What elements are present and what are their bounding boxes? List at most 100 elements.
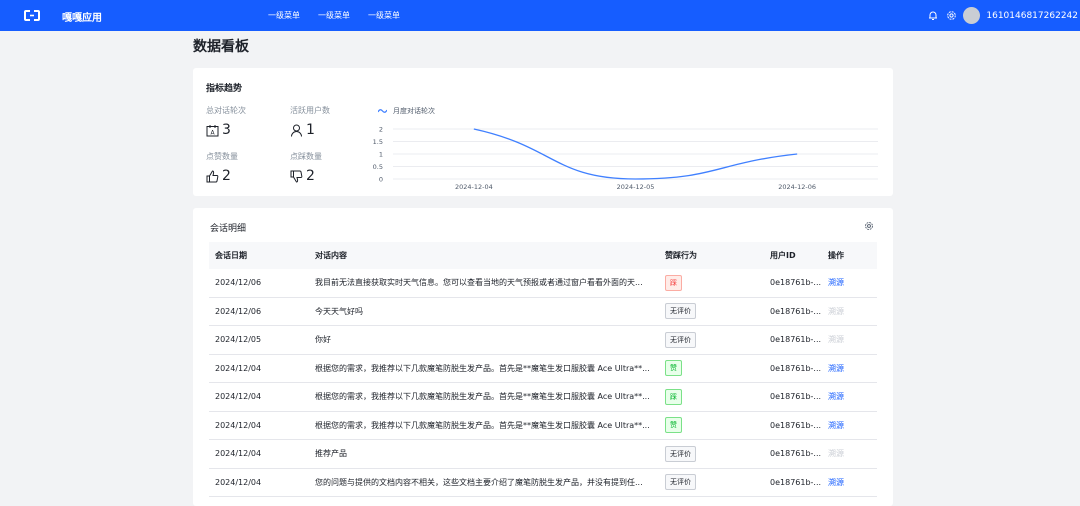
table-row[interactable]: 2024/12/06 我目前无法直接获取实时天气信息。您可以查看当地的天气预报或者…: [209, 269, 877, 298]
x-tick-label: 2024-12-06: [778, 183, 816, 191]
user-area: 1610146817262242: [927, 7, 1078, 24]
cell-content: 推荐产品: [315, 449, 347, 459]
cell-content: 您的问题与提供的文档内容不相关，这些文档主要介绍了魔笔防脱生发产品，并没有提到任…: [315, 477, 643, 487]
feedback-tag: 无评价: [665, 331, 696, 348]
table-row[interactable]: 2024/12/05 你好 无评价 0e18761b-... 溯源: [209, 326, 877, 355]
cell-date: 2024/12/04: [215, 420, 262, 430]
legend-label: 月度对话轮次: [393, 107, 435, 115]
table-row[interactable]: 2024/12/04 根据您的需求，我推荐以下几款魔笔防脱生发产品。首先是**魔笔…: [209, 355, 877, 383]
table-settings-gear-icon[interactable]: [864, 221, 874, 231]
cell-user-id: 0e18761b-...: [770, 420, 822, 430]
table-row[interactable]: 2024/12/04 根据您的需求，我推荐以下几款魔笔防脱生发产品。首先是**魔笔…: [209, 383, 877, 412]
metric-label: 活跃用户数: [290, 106, 330, 115]
legend-line-icon: [378, 109, 387, 113]
metric-value: 1: [306, 122, 315, 138]
detail-card: 会话明细 会话日期 对话内容 赞踩行为 用户ID 操作 2024/12/06 我目…: [193, 208, 893, 506]
cell-date: 2024/12/06: [215, 306, 262, 316]
session-table: 会话日期 对话内容 赞踩行为 用户ID 操作 2024/12/06 我目前无法直接…: [209, 242, 877, 497]
user-id[interactable]: 1610146817262242: [986, 11, 1078, 21]
metric-value: 2: [306, 168, 315, 184]
cell-user-id: 0e18761b-...: [770, 477, 822, 487]
table-row[interactable]: 2024/12/04 您的问题与提供的文档内容不相关，这些文档主要介绍了魔笔防脱生…: [209, 469, 877, 497]
menu-item-2[interactable]: 一级菜单: [318, 10, 350, 21]
feedback-tag: 踩: [665, 388, 682, 405]
metric-label: 总对话轮次: [206, 106, 246, 115]
cell-user-id: 0e18761b-...: [770, 449, 822, 459]
menu-item-1[interactable]: 一级菜单: [268, 10, 300, 21]
trace-link[interactable]: 溯源: [828, 449, 844, 458]
trace-link[interactable]: 溯源: [828, 278, 844, 287]
cell-content: 我目前无法直接获取实时天气信息。您可以查看当地的天气预报或者通过窗户看看外面的天…: [315, 278, 643, 288]
cell-user-id: 0e18761b-...: [770, 278, 822, 288]
feedback-tag: 无评价: [665, 445, 696, 462]
cell-user-id: 0e18761b-...: [770, 335, 822, 345]
y-tick-label: 0: [379, 176, 383, 184]
metric-likes: 点赞数量 2: [206, 151, 286, 184]
metrics-card-title: 指标趋势: [206, 84, 243, 94]
metric-total-turns: 总对话轮次 A 3: [206, 105, 286, 138]
gear-icon[interactable]: [945, 10, 957, 22]
chart-legend[interactable]: 月度对话轮次: [378, 106, 435, 116]
cell-date: 2024/12/05: [215, 335, 262, 345]
cell-content: 根据您的需求，我推荐以下几款魔笔防脱生发产品。首先是**魔笔生发口服胶囊 Ace…: [315, 392, 650, 402]
top-menu: 一级菜单 一级菜单 一级菜单: [268, 10, 400, 21]
trace-link[interactable]: 溯源: [828, 392, 844, 401]
cell-date: 2024/12/04: [215, 363, 262, 373]
menu-item-3[interactable]: 一级菜单: [368, 10, 400, 21]
line-chart: 0 0.5 1 1.5 2 2024-12-04 2024-12-05 2024-12-06: [373, 126, 878, 191]
table-row[interactable]: 2024/12/04 推荐产品 无评价 0e18761b-... 溯源: [209, 440, 877, 469]
x-tick-label: 2024-12-05: [617, 183, 655, 191]
avatar[interactable]: [963, 7, 981, 24]
y-tick-label: 0.5: [373, 163, 383, 171]
trace-link[interactable]: 溯源: [828, 335, 844, 344]
table-header: 会话日期 对话内容 赞踩行为 用户ID 操作: [209, 242, 877, 269]
cell-user-id: 0e18761b-...: [770, 306, 822, 316]
bell-icon[interactable]: [927, 10, 939, 22]
feedback-tag: 无评价: [665, 474, 696, 491]
app-title[interactable]: 嘎嘎应用: [62, 9, 102, 24]
y-tick-label: 1: [379, 151, 383, 159]
table-body: 2024/12/06 我目前无法直接获取实时天气信息。您可以查看当地的天气预报或者…: [209, 269, 877, 497]
svg-text:A: A: [210, 129, 215, 136]
calendar-icon: A: [206, 124, 219, 136]
feedback-tag: 赞: [665, 360, 682, 377]
table-row[interactable]: 2024/12/04 根据您的需求，我推荐以下几款魔笔防脱生发产品。首先是**魔笔…: [209, 412, 877, 440]
cell-content: 根据您的需求，我推荐以下几款魔笔防脱生发产品。首先是**魔笔生发口服胶囊 Ace…: [315, 363, 650, 373]
thumb-down-icon: [290, 170, 303, 183]
trace-link[interactable]: 溯源: [828, 478, 844, 487]
column-header-date[interactable]: 会话日期: [209, 250, 315, 261]
cell-user-id: 0e18761b-...: [770, 363, 822, 373]
feedback-tag: 无评价: [665, 303, 696, 320]
detail-card-title: 会话明细: [210, 224, 247, 234]
cell-date: 2024/12/06: [215, 278, 262, 288]
metric-value: 3: [222, 122, 231, 138]
metric-value: 2: [222, 168, 231, 184]
cell-content: 你好: [315, 335, 331, 345]
app-logo-icon[interactable]: [24, 10, 40, 21]
cell-date: 2024/12/04: [215, 449, 262, 459]
column-header-feedback[interactable]: 赞踩行为: [665, 250, 770, 261]
cell-content: 根据您的需求，我推荐以下几款魔笔防脱生发产品。首先是**魔笔生发口服胶囊 Ace…: [315, 420, 650, 430]
column-header-content[interactable]: 对话内容: [315, 250, 665, 261]
table-row[interactable]: 2024/12/06 今天天气好吗 无评价 0e18761b-... 溯源: [209, 298, 877, 326]
trace-link[interactable]: 溯源: [828, 364, 844, 373]
feedback-tag: 踩: [665, 274, 682, 291]
cell-date: 2024/12/04: [215, 392, 262, 402]
top-navbar: 嘎嘎应用 一级菜单 一级菜单 一级菜单 1610146817262242: [0, 0, 1080, 31]
x-tick-label: 2024-12-04: [455, 183, 493, 191]
trace-link[interactable]: 溯源: [828, 307, 844, 316]
metric-label: 点赞数量: [206, 152, 238, 161]
feedback-tag: 赞: [665, 417, 682, 434]
y-tick-label: 1.5: [373, 138, 383, 146]
column-header-action: 操作: [828, 251, 844, 260]
user-icon: [291, 124, 302, 137]
cell-user-id: 0e18761b-...: [770, 392, 822, 402]
thumb-up-icon: [206, 169, 219, 182]
cell-content: 今天天气好吗: [315, 306, 363, 316]
y-tick-label: 2: [379, 126, 383, 134]
page-title: 数据看板: [193, 39, 249, 55]
metrics-card: 指标趋势 总对话轮次 A 3 活跃用户数 1 点赞数量 2 点踩数量 2 月度对…: [193, 68, 893, 196]
column-header-user-id[interactable]: 用户ID: [770, 250, 828, 261]
cell-date: 2024/12/04: [215, 477, 262, 487]
trace-link[interactable]: 溯源: [828, 421, 844, 430]
